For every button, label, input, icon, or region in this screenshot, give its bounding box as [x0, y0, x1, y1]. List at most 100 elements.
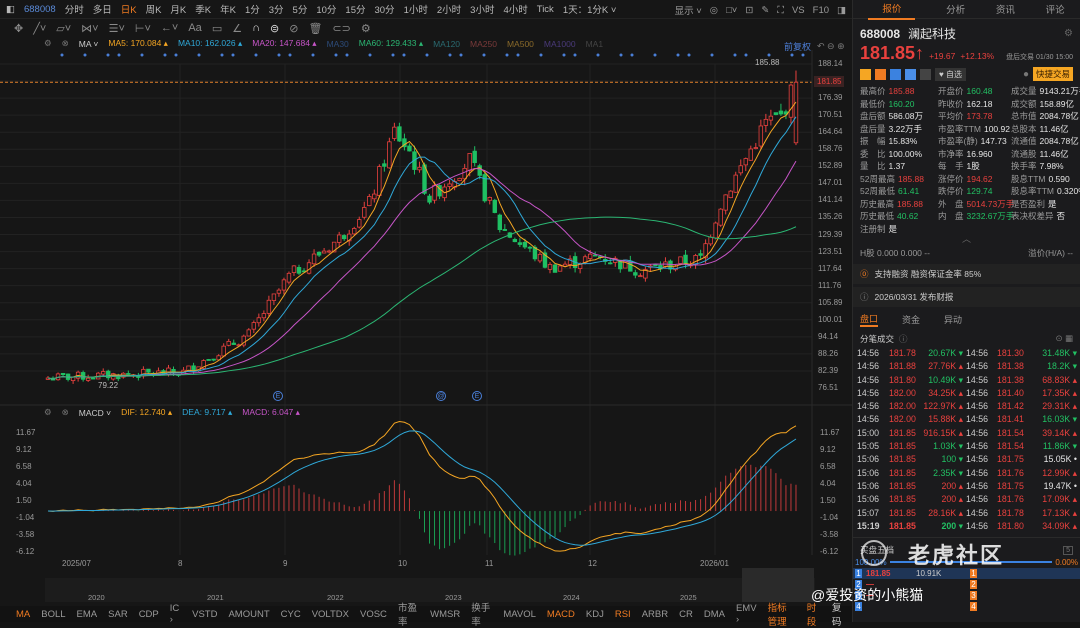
info-icon[interactable]: ⓘ — [899, 333, 908, 345]
watchlist-button[interactable]: ♥ 自选 — [935, 67, 966, 81]
period-tab[interactable]: 3分 — [269, 2, 284, 16]
ma-selector[interactable]: MA ˅ — [79, 39, 99, 49]
period-tab[interactable]: Tick — [537, 4, 554, 15]
period-tab[interactable]: 10分 — [316, 2, 336, 16]
tag-icon[interactable] — [905, 68, 916, 80]
indicator-tab[interactable]: WMSR — [430, 609, 460, 620]
angle-tool-icon[interactable]: ∠ — [232, 22, 242, 35]
panel-tab[interactable]: 报价 — [868, 0, 916, 20]
indicator-tab[interactable]: CR — [679, 609, 693, 620]
indicator-tab[interactable]: CDP — [139, 609, 159, 620]
chart-option-button[interactable]: ⊡ — [745, 5, 753, 16]
indicator-tab[interactable]: VOLTDX — [312, 609, 349, 620]
panel-tab[interactable]: 分析 — [946, 2, 965, 16]
indicator-tab[interactable]: 市盈率 — [398, 600, 419, 628]
event-marker-icon[interactable]: E — [273, 391, 283, 401]
margin-info[interactable]: 支持融资 融资保证金率 85% — [875, 268, 982, 280]
period-tab[interactable]: 周K — [146, 2, 162, 16]
period-tab[interactable]: 4小时 — [503, 2, 527, 16]
ma-legend-item[interactable]: MA120 — [433, 39, 460, 49]
period-tab[interactable]: 2小时 — [437, 2, 461, 16]
chart-option-button[interactable]: VS — [792, 5, 805, 16]
event-marker-icon[interactable]: E — [472, 391, 482, 401]
badge-icon[interactable] — [875, 68, 886, 80]
event-marker-icon[interactable]: @ — [436, 391, 446, 401]
indicator-tab[interactable]: SAR — [108, 609, 128, 620]
ma-legend-item[interactable]: MA250 — [470, 39, 497, 49]
chart-option-button[interactable]: 显示 ˅ — [675, 3, 702, 17]
settings-icon[interactable]: ⚙ — [44, 407, 52, 418]
indicator-tab[interactable]: KDJ — [586, 609, 604, 620]
close-icon[interactable]: ⊗ — [62, 38, 69, 49]
subtab[interactable]: 异动 — [944, 313, 962, 326]
dollar-icon[interactable] — [890, 68, 901, 80]
measure-tool-icon[interactable]: ⊢˅ — [135, 22, 151, 35]
grid-icon[interactable] — [920, 68, 931, 80]
period-tab[interactable]: 1分 — [245, 2, 260, 16]
indicator-tab[interactable]: MACD — [547, 609, 575, 620]
toggle-icon[interactable]: ⊂⊃ — [332, 22, 350, 35]
arrow-tool-icon[interactable]: ←˅ — [161, 22, 178, 34]
ma-legend-item[interactable]: MA500 — [507, 39, 534, 49]
indicator-tab[interactable]: MA — [16, 609, 30, 620]
close-icon[interactable]: ⊗ — [62, 407, 69, 418]
indicator-tab[interactable]: AMOUNT — [228, 609, 269, 620]
settings-icon[interactable]: ⚙ — [44, 38, 52, 49]
indicator-tab[interactable]: 换手率 — [471, 600, 492, 628]
macd-selector[interactable]: MACD ˅ — [79, 408, 111, 418]
collapse-icon[interactable]: ︿ — [853, 235, 1080, 245]
ma-legend-item[interactable]: MA20: 147.684 ▴ — [252, 38, 316, 49]
hide-icon[interactable]: ⊘ — [289, 22, 298, 35]
panel-tab[interactable]: 评论 — [1046, 2, 1065, 16]
quick-trade-button[interactable]: 快捷交易 — [1032, 67, 1073, 81]
note-tool-icon[interactable]: ▭ — [212, 22, 222, 35]
alert-icon[interactable]: ● — [1023, 69, 1029, 80]
indicator-tab[interactable]: VOSC — [360, 609, 387, 620]
text-tool-icon[interactable]: Aa — [188, 22, 201, 34]
indicator-tab[interactable]: DMA — [704, 609, 725, 620]
indicator-tab[interactable]: 指标管理 — [768, 600, 796, 628]
sidebar-toggle-icon[interactable]: ◧ — [6, 4, 15, 15]
period-tab[interactable]: 5分 — [293, 2, 308, 16]
ma-legend-item[interactable]: MA60: 129.433 ▴ — [359, 38, 423, 49]
chart-option-button[interactable]: ✎ — [761, 5, 769, 16]
indicator-tab[interactable]: MAVOL — [503, 609, 536, 620]
period-tab[interactable]: 年K — [220, 2, 236, 16]
move-icon[interactable]: ✥ — [14, 22, 23, 35]
period-tab[interactable]: 1小时 — [404, 2, 428, 16]
indicator-tab[interactable]: VSTD — [192, 609, 217, 620]
subtab[interactable]: 盘口 — [860, 312, 879, 327]
ma-legend-item[interactable]: MA1 — [586, 39, 603, 49]
period-tab[interactable]: 1天：1分K ˅ — [563, 2, 617, 16]
lock-icon[interactable]: ⊜ — [270, 22, 279, 35]
earnings-date[interactable]: 2026/03/31 发布财报 — [875, 291, 954, 303]
ma-legend-item[interactable]: MA30 — [327, 39, 349, 49]
indicator-tab[interactable]: ARBR — [642, 609, 668, 620]
ma-legend-item[interactable]: MA10: 162.026 ▴ — [178, 38, 242, 49]
indicator-tab[interactable]: EMA — [77, 609, 98, 620]
period-tab[interactable]: 15分 — [345, 2, 365, 16]
indicator-tab[interactable]: RSI — [615, 609, 631, 620]
levels-button[interactable]: 5 — [1063, 545, 1073, 555]
line-tool-icon[interactable]: ╱˅ — [33, 22, 46, 35]
badge-icon[interactable] — [860, 68, 871, 80]
settings-icon[interactable]: ⚙ — [1064, 28, 1073, 39]
ma-legend-item[interactable]: MA5: 170.084 ▴ — [108, 38, 168, 49]
chart-option-button[interactable]: ◎ — [710, 5, 718, 16]
indicator-tab[interactable]: CYC — [281, 609, 301, 620]
delete-icon[interactable]: 🗑 — [308, 22, 322, 35]
period-tab[interactable]: 日K — [121, 2, 137, 16]
indicator-tab[interactable]: BOLL — [41, 609, 65, 620]
ma-legend-item[interactable]: MA1000 — [544, 39, 576, 49]
panel-tab[interactable]: 资讯 — [996, 2, 1015, 16]
period-tab[interactable]: 30分 — [374, 2, 394, 16]
wave-tool-icon[interactable]: ⋈˅ — [81, 22, 98, 35]
period-tab[interactable]: 季K — [195, 2, 211, 16]
kline-chart[interactable] — [0, 50, 852, 606]
chart-option-button[interactable]: ⛶ — [777, 5, 784, 16]
chart-option-button[interactable]: □˅ — [726, 5, 737, 16]
period-tab[interactable]: 多日 — [93, 2, 112, 16]
shape-tool-icon[interactable]: ▱˅ — [56, 22, 71, 35]
chart-option-button[interactable]: F10 — [813, 5, 829, 16]
settings-icon[interactable]: ⚙ — [361, 22, 371, 35]
